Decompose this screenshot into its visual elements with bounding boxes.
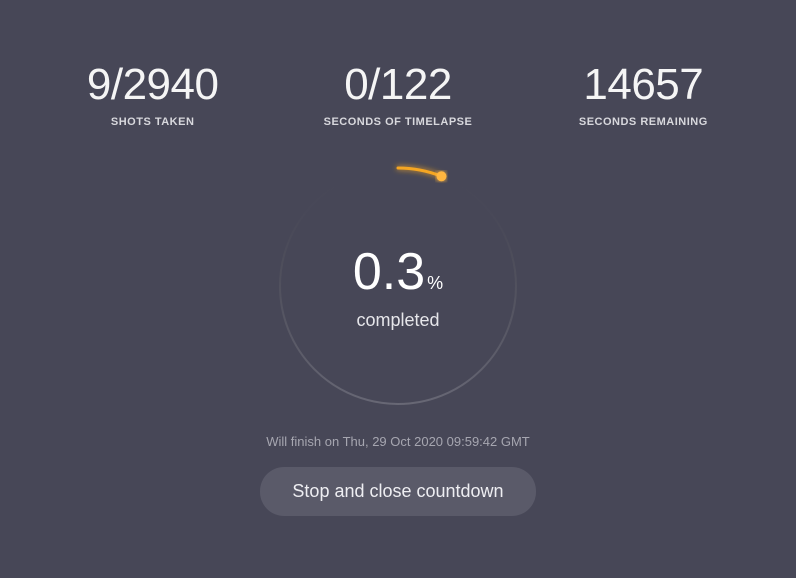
progress-circle: 0.3 % completed: [268, 156, 528, 416]
progress-completed-label: completed: [356, 310, 439, 331]
stat-seconds-timelapse-value: 0/122: [275, 60, 520, 110]
stat-seconds-remaining-label: SECONDS REMAINING: [521, 116, 766, 128]
stat-shots-taken: 9/2940 SHOTS TAKEN: [30, 60, 275, 128]
stat-seconds-timelapse: 0/122 SECONDS OF TIMELAPSE: [275, 60, 520, 128]
stat-shots-label: SHOTS TAKEN: [30, 116, 275, 128]
stat-seconds-remaining: 14657 SECONDS REMAINING: [521, 60, 766, 128]
finish-time-text: Will finish on Thu, 29 Oct 2020 09:59:42…: [0, 434, 796, 449]
progress-center: 0.3 % completed: [268, 156, 528, 416]
stop-close-countdown-button[interactable]: Stop and close countdown: [260, 467, 535, 516]
stats-row: 9/2940 SHOTS TAKEN 0/122 SECONDS OF TIME…: [0, 0, 796, 128]
stat-shots-value: 9/2940: [30, 60, 275, 110]
stat-seconds-remaining-value: 14657: [521, 60, 766, 110]
stat-seconds-timelapse-label: SECONDS OF TIMELAPSE: [275, 116, 520, 128]
progress-percent: 0.3 %: [353, 242, 443, 302]
progress-percent-value: 0.3: [353, 242, 425, 302]
progress-percent-sign: %: [427, 273, 443, 294]
